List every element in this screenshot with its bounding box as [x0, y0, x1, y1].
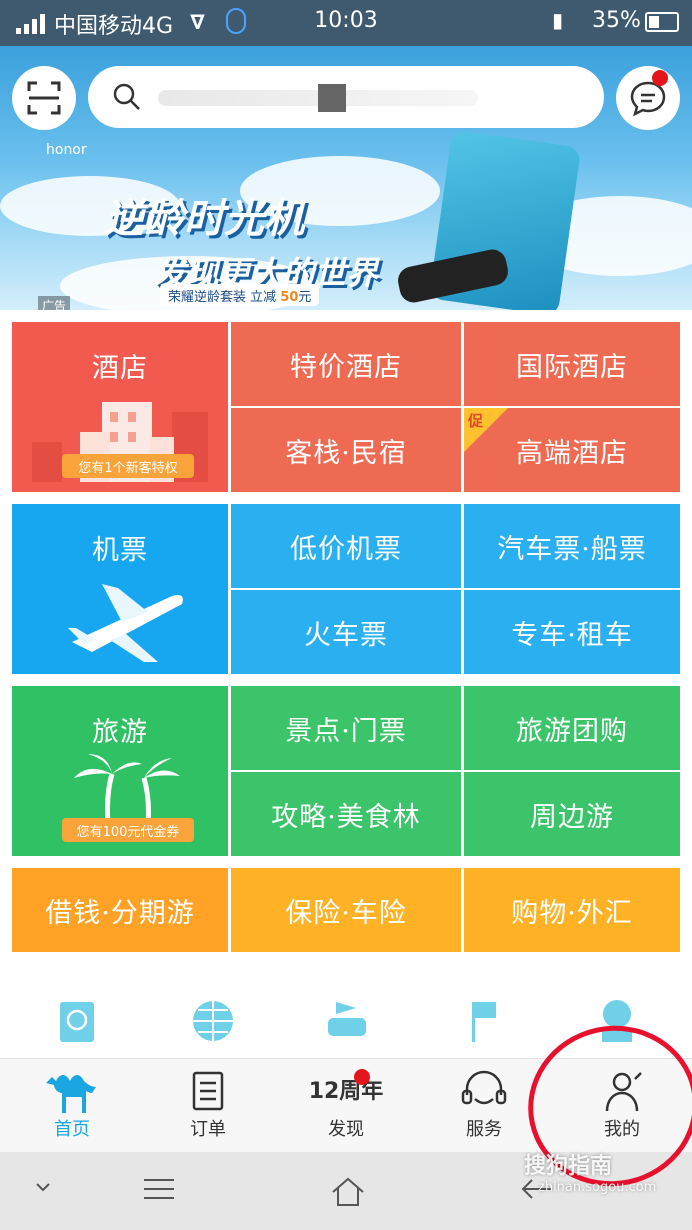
tile-inn[interactable]: 客栈·民宿: [231, 408, 461, 492]
anniversary-12-icon: 12周年: [308, 1079, 384, 1104]
tile-shopping-fx[interactable]: 购物·外汇: [464, 868, 680, 952]
airplane-icon: [68, 584, 183, 662]
promo-tag: 促: [468, 412, 485, 430]
palm-tree-icon: [74, 754, 180, 824]
tile-travel[interactable]: 旅游 您有100元代金券: [12, 686, 228, 856]
watermark: 搜狗指南 zhinan.sogou.com: [524, 1148, 656, 1195]
tab-service[interactable]: 服务: [424, 1069, 544, 1141]
tab-orders-label: 订单: [190, 1119, 226, 1140]
tile-intl-hotel[interactable]: 国际酒店: [464, 322, 680, 406]
tile-group-buy[interactable]: 旅游团购: [464, 686, 680, 770]
battery-icon: [645, 12, 679, 32]
tab-discover-label: 发现: [328, 1119, 364, 1140]
tile-guide-food[interactable]: 攻略·美食林: [231, 772, 461, 856]
tile-luxury-hotel-label: 高端酒店: [516, 437, 628, 469]
tile-train[interactable]: 火车票: [231, 590, 461, 674]
flag-icon[interactable]: [458, 996, 508, 1046]
order-list-icon: [192, 1071, 224, 1111]
watermark-url: zhinan.sogou.com: [538, 1180, 657, 1195]
tab-service-label: 服务: [466, 1119, 502, 1140]
menu-icon[interactable]: [142, 1176, 176, 1202]
tile-luxury-hotel[interactable]: 促 高端酒店: [464, 408, 680, 492]
tab-home[interactable]: 首页: [12, 1069, 132, 1141]
promo-text: 荣耀逆龄套装 立减: [168, 290, 277, 305]
notification-dot: [652, 70, 668, 86]
headset-icon: [461, 1070, 507, 1105]
tab-discover[interactable]: 12周年 发现: [286, 1069, 406, 1141]
search-icon: [113, 83, 140, 110]
banner-headline: 逆龄时光机 发现更大的世界: [104, 186, 378, 294]
tile-insurance[interactable]: 保险·车险: [231, 868, 461, 952]
ad-banner[interactable]: honor 逆龄时光机 发现更大的世界: [0, 46, 692, 310]
headline-line1: 逆龄时光机: [104, 196, 304, 242]
tile-loan[interactable]: 借钱·分期游: [12, 868, 228, 952]
tile-flight[interactable]: 机票: [12, 504, 228, 674]
tile-cheap-flight[interactable]: 低价机票: [231, 504, 461, 588]
tab-orders[interactable]: 订单: [148, 1069, 268, 1141]
discover-notification-dot: [354, 1069, 370, 1085]
tile-bus-ship[interactable]: 汽车票·船票: [464, 504, 680, 588]
search-bar[interactable]: [88, 66, 604, 128]
service-grid: 酒店 您有1个新客特权 特价酒店 国际酒店 客栈·民宿 促 高端酒店 机票 低价…: [0, 310, 692, 970]
tile-flight-label: 机票: [92, 535, 148, 566]
redaction-block: [318, 84, 346, 112]
tile-special-hotel[interactable]: 特价酒店: [231, 322, 461, 406]
promo-unit: 元: [298, 290, 312, 305]
hotel-privilege-badge: 您有1个新客特权: [62, 454, 194, 478]
brand-logo: honor: [46, 142, 87, 158]
promo-amount: 50: [280, 290, 299, 305]
tile-car-rental[interactable]: 专车·租车: [464, 590, 680, 674]
watermark-brand: 搜狗指南: [524, 1154, 613, 1179]
visa-icon[interactable]: [52, 996, 102, 1046]
travel-coupon-badge: 您有100元代金券: [62, 818, 194, 842]
tile-hotel[interactable]: 酒店 您有1个新客特权: [12, 322, 228, 492]
tab-home-label: 首页: [54, 1119, 90, 1140]
tile-travel-label: 旅游: [92, 717, 148, 748]
status-bar: 中国移动4G 𝛁 10:03 ▮ 35%: [0, 0, 692, 46]
camel-icon: [46, 1075, 96, 1113]
battery-percent: 35%: [592, 8, 641, 33]
scan-button[interactable]: [12, 66, 76, 130]
home-icon[interactable]: [330, 1176, 366, 1208]
clock: 10:03: [314, 8, 378, 33]
tile-nearby[interactable]: 周边游: [464, 772, 680, 856]
vibrate-icon: ▮: [552, 8, 564, 32]
message-button[interactable]: [616, 66, 680, 130]
promo-strip: 荣耀逆龄套装 立减 50元: [160, 284, 320, 306]
scan-icon: [27, 81, 61, 115]
globe-icon[interactable]: [188, 996, 238, 1046]
tile-hotel-label: 酒店: [92, 353, 148, 384]
tile-attractions[interactable]: 景点·门票: [231, 686, 461, 770]
collapse-icon[interactable]: [32, 1176, 54, 1198]
car-plane-icon[interactable]: [322, 996, 372, 1046]
